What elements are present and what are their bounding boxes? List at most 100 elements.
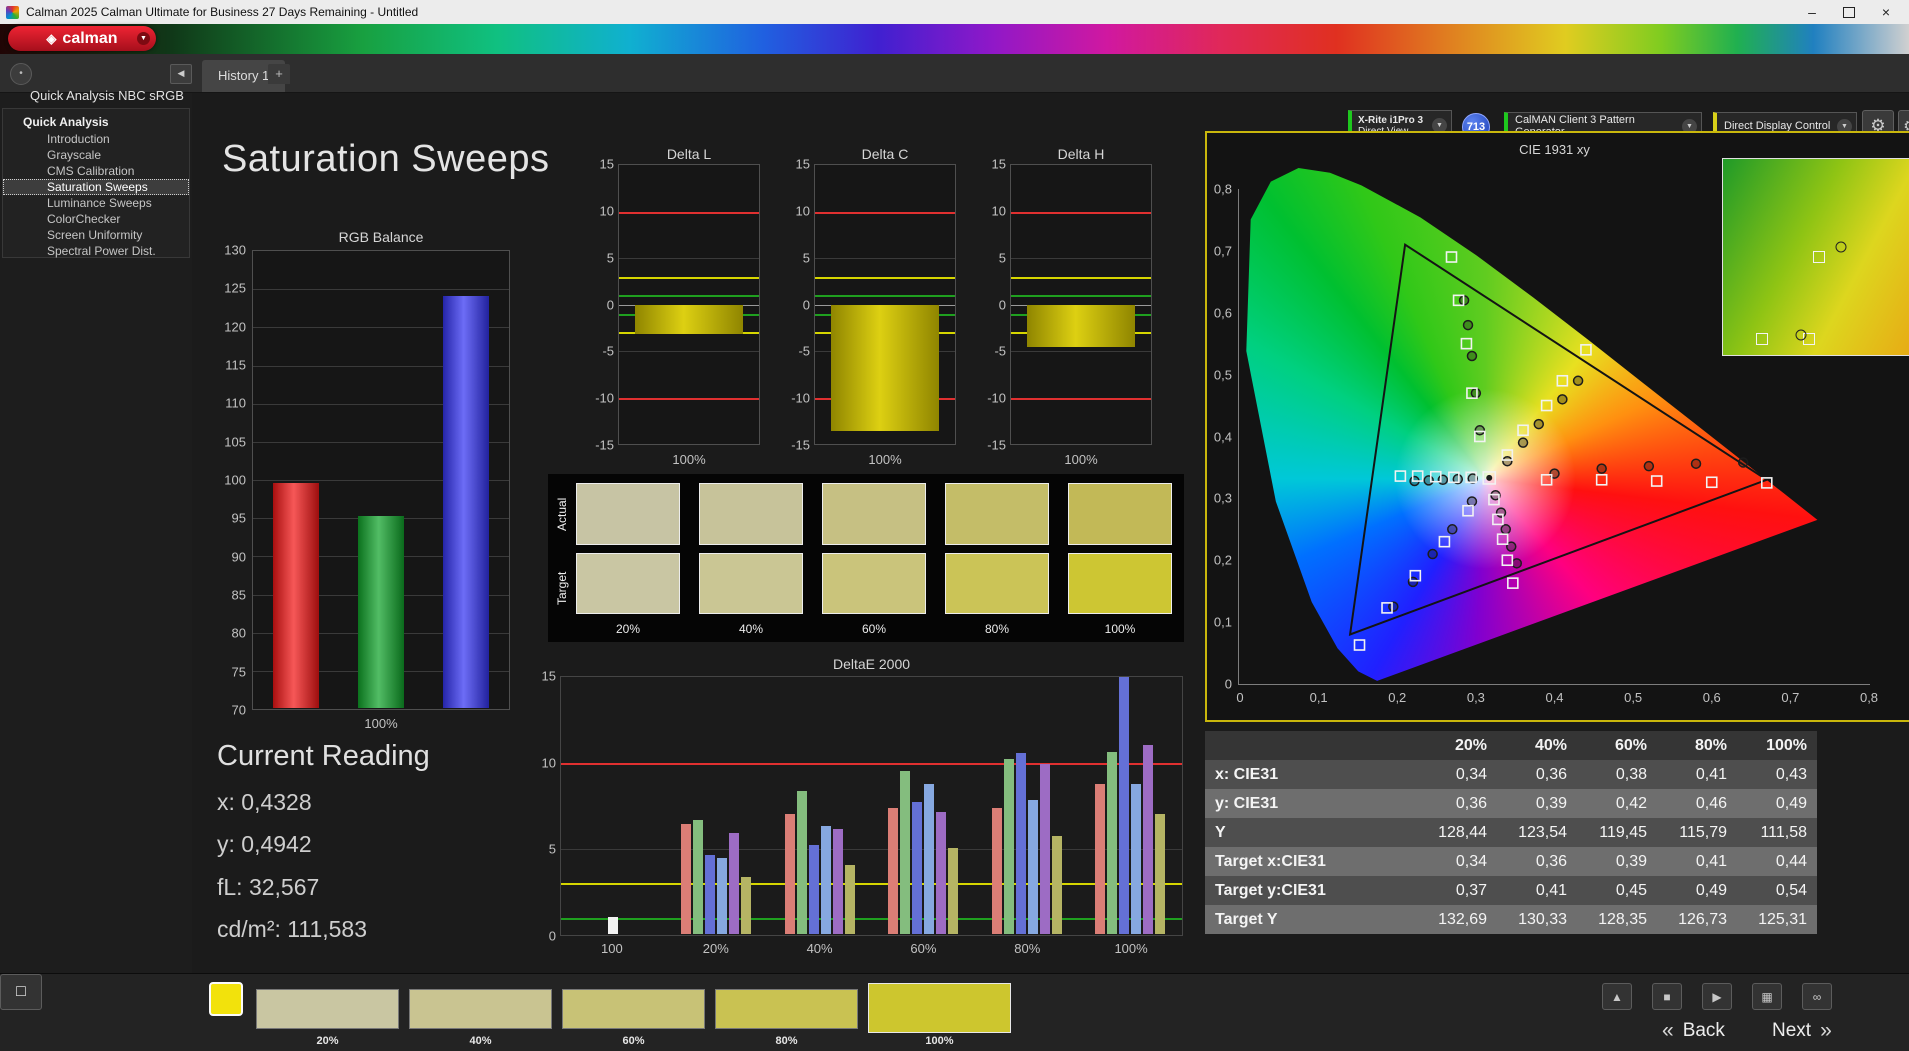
deltae-bar (693, 820, 703, 934)
deltae-bar (992, 808, 1002, 934)
delta-l-chart[interactable] (618, 164, 760, 445)
target-point (1707, 477, 1717, 487)
pattern-swatch[interactable]: 100% (868, 978, 1011, 1048)
stop-icon[interactable]: ■ (1652, 983, 1682, 1010)
axis-tick-label: 0,6 (1188, 305, 1232, 320)
table-column-header: 20% (1417, 737, 1497, 755)
back-button[interactable]: « Back (1662, 1016, 1725, 1046)
axis-tick-label: 105 (202, 434, 246, 449)
measured-point (1519, 438, 1528, 447)
axis-tick-label: 5 (966, 250, 1006, 265)
app-icon (6, 6, 19, 19)
delta-h-chart[interactable] (1010, 164, 1152, 445)
target-point (1439, 537, 1449, 547)
white-point-measured (1486, 475, 1492, 481)
sidebar-item-cms-calibration[interactable]: CMS Calibration (3, 163, 189, 179)
sidebar-item-spectral-power-dist-[interactable]: Spectral Power Dist. (3, 243, 189, 259)
sidebar-item-grayscale[interactable]: Grayscale (3, 147, 189, 163)
deltae-bar (809, 845, 819, 934)
deltae-bar (1004, 759, 1014, 934)
current-reading-y: y: 0,4942 (217, 831, 312, 858)
measured-point (1467, 497, 1476, 506)
add-tab-button[interactable]: + (268, 64, 290, 84)
target-point (1518, 425, 1528, 435)
deltae-chart[interactable] (560, 676, 1183, 936)
bar-group (1095, 676, 1165, 934)
axis-tick-label: 0 (512, 929, 556, 944)
sidebar-root-item[interactable]: Quick Analysis (3, 113, 189, 131)
axis-tick-label: 15 (512, 669, 556, 684)
table-cell: 0,36 (1497, 766, 1577, 784)
table-cell: 130,33 (1497, 911, 1577, 929)
rgb-balance-chart[interactable] (252, 250, 510, 710)
actual-row-label: Actual (555, 483, 571, 545)
sidebar-collapse-icon[interactable]: ◀ (170, 64, 192, 84)
target-point (1395, 471, 1405, 481)
bar-group (888, 676, 958, 934)
delta-bar (1027, 305, 1135, 348)
eject-icon[interactable]: ▲ (1602, 983, 1632, 1010)
loop-icon[interactable]: ∞ (1802, 983, 1832, 1010)
blue-bar (443, 296, 489, 708)
save-icon[interactable]: ▦ (1752, 983, 1782, 1010)
sidebar-item-saturation-sweeps[interactable]: Saturation Sweeps (3, 179, 189, 195)
axis-tick-label: 0,8 (1860, 690, 1878, 705)
meter-name: X-Rite i1Pro 3 (1358, 115, 1423, 126)
pattern-swatch-label: 80% (715, 1035, 858, 1047)
axis-tick-label: 0,1 (1310, 690, 1328, 705)
minimize-icon[interactable]: – (1805, 5, 1819, 19)
bar-group (992, 676, 1062, 934)
pattern-swatch-label: 60% (562, 1035, 705, 1047)
tab-bar: • ◀ History 1 + X-Rite i1Pro 3 Direct Vi… (0, 54, 1909, 93)
pattern-swatch[interactable]: 20% (256, 978, 399, 1048)
deltae-bar (936, 812, 946, 934)
axis-tick-label: 0 (574, 297, 614, 312)
sidebar-item-luminance-sweeps[interactable]: Luminance Sweeps (3, 195, 189, 211)
measured-point (1574, 376, 1583, 385)
logo-menu-chevron-icon[interactable]: ▼ (137, 32, 150, 45)
calman-logo[interactable]: ◈ calman ▼ (8, 26, 156, 51)
close-icon[interactable]: × (1879, 5, 1893, 19)
measured-point (1692, 459, 1701, 468)
table-cell: 0,42 (1577, 795, 1657, 813)
deltae-xaxis: 10020%40%60%80%100% (560, 941, 1183, 957)
workflow-title: Quick Analysis NBC sRGB (30, 88, 184, 103)
active-color-swatch[interactable] (209, 982, 243, 1016)
target-swatch (699, 553, 803, 614)
next-button[interactable]: Next » (1772, 1016, 1832, 1046)
table-cell: 0,39 (1577, 853, 1657, 871)
cie-zoom-inset (1722, 158, 1909, 356)
measured-point (1739, 458, 1748, 467)
title-bar: Calman 2025 Calman Ultimate for Business… (0, 0, 1909, 24)
deltae-bar (1016, 753, 1026, 934)
pattern-swatch[interactable]: 40% (409, 978, 552, 1048)
deltae-bar (924, 784, 934, 934)
measured-point (1467, 352, 1476, 361)
maximize-icon[interactable] (1843, 7, 1855, 18)
sidebar-item-screen-uniformity[interactable]: Screen Uniformity (3, 227, 189, 243)
play-icon[interactable]: ▶ (1702, 983, 1732, 1010)
next-label: Next (1772, 1020, 1811, 1042)
nav-circle-button[interactable]: • (10, 63, 32, 85)
pattern-swatch[interactable]: 80% (715, 978, 858, 1048)
page-title: Saturation Sweeps (222, 138, 549, 181)
axis-tick-label: 0,7 (1188, 243, 1232, 258)
target-point (1756, 333, 1768, 345)
table-cell: 0,43 (1737, 766, 1817, 784)
measured-point (1597, 464, 1606, 473)
table-cell: 128,35 (1577, 911, 1657, 929)
reference-line (1011, 277, 1151, 279)
table-cell: 125,31 (1737, 911, 1817, 929)
measured-point (1475, 426, 1484, 435)
measured-point (1835, 242, 1846, 253)
delta-c-chart[interactable] (814, 164, 956, 445)
pattern-swatch[interactable]: 60% (562, 978, 705, 1048)
axis-tick-label: 5 (512, 842, 556, 857)
sidebar-item-introduction[interactable]: Introduction (3, 131, 189, 147)
sidebar-item-colorchecker[interactable]: ColorChecker (3, 211, 189, 227)
reference-line (561, 883, 1182, 885)
pattern-window-icon[interactable]: □ (0, 974, 42, 1010)
target-point (1557, 376, 1567, 386)
table-cell: 0,49 (1657, 882, 1737, 900)
table-row-label: Target x:CIE31 (1205, 853, 1417, 871)
